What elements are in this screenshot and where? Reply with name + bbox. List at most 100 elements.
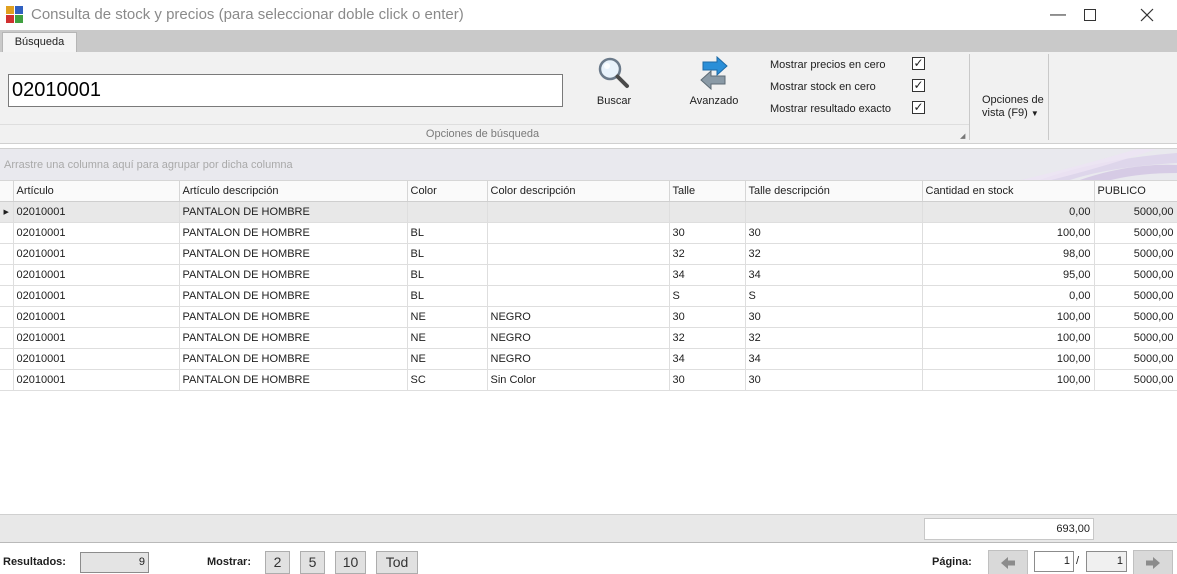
cell-color-descripcion[interactable] xyxy=(487,222,670,244)
cell-cantidad-stock[interactable]: 0,00 xyxy=(922,285,1095,307)
cell-cantidad-stock[interactable]: 100,00 xyxy=(922,306,1095,328)
cell-articulo[interactable]: 02010001 xyxy=(13,327,180,349)
cell-talle-descripcion[interactable]: 30 xyxy=(745,369,923,391)
cell-color-descripcion[interactable]: Sin Color xyxy=(487,369,670,391)
cell-color[interactable]: BL xyxy=(407,264,488,286)
cell-cantidad-stock[interactable]: 100,00 xyxy=(922,222,1095,244)
checkbox-checked-icon[interactable]: ✓ xyxy=(912,101,925,114)
cell-publico[interactable]: 5000,00 xyxy=(1094,264,1177,286)
column-header-publico[interactable]: PUBLICO xyxy=(1094,180,1177,202)
cell-talle-descripcion[interactable]: S xyxy=(745,285,923,307)
opciones-vista-button[interactable]: Opciones de vista (F9) ▼ xyxy=(977,94,1045,120)
cell-talle-descripcion[interactable]: 30 xyxy=(745,222,923,244)
cell-cantidad-stock[interactable]: 100,00 xyxy=(922,348,1095,370)
cell-articulo[interactable]: 02010001 xyxy=(13,285,180,307)
cell-cantidad-stock[interactable]: 0,00 xyxy=(922,201,1095,223)
column-header-color-descripcion[interactable]: Color descripción xyxy=(487,180,670,202)
cell-color-descripcion[interactable] xyxy=(487,264,670,286)
cell-talle[interactable]: 30 xyxy=(669,369,746,391)
cell-talle[interactable]: 32 xyxy=(669,327,746,349)
cell-publico[interactable]: 5000,00 xyxy=(1094,348,1177,370)
column-header-articulo-descripcion[interactable]: Artículo descripción xyxy=(179,180,408,202)
mostrar-todos-button[interactable]: Tod xyxy=(376,551,418,574)
cell-articulo[interactable]: 02010001 xyxy=(13,264,180,286)
cell-publico[interactable]: 5000,00 xyxy=(1094,201,1177,223)
cell-color[interactable]: BL xyxy=(407,243,488,265)
option-precios-cero[interactable]: Mostrar precios en cero ✓ xyxy=(770,57,930,75)
results-grid[interactable]: Artículo Artículo descripción Color Colo… xyxy=(0,180,1177,391)
column-header-talle[interactable]: Talle xyxy=(669,180,746,202)
cell-talle-descripcion[interactable]: 34 xyxy=(745,348,923,370)
search-input[interactable] xyxy=(8,74,563,107)
maximize-icon[interactable] xyxy=(1067,0,1113,30)
avanzado-button[interactable]: Avanzado xyxy=(688,55,740,107)
page-current-input[interactable]: 1 xyxy=(1034,551,1074,572)
cell-cantidad-stock[interactable]: 100,00 xyxy=(922,327,1095,349)
cell-color[interactable]: NE xyxy=(407,348,488,370)
option-resultado-exacto[interactable]: Mostrar resultado exacto ✓ xyxy=(770,101,930,119)
table-row[interactable]: 02010001 PANTALON DE HOMBRE NE NEGRO 34 … xyxy=(0,348,1177,370)
cell-talle-descripcion[interactable]: 32 xyxy=(745,243,923,265)
checkbox-checked-icon[interactable]: ✓ xyxy=(912,79,925,92)
cell-color-descripcion[interactable]: NEGRO xyxy=(487,327,670,349)
cell-publico[interactable]: 5000,00 xyxy=(1094,222,1177,244)
cell-articulo[interactable]: 02010001 xyxy=(13,348,180,370)
cell-articulo-descripcion[interactable]: PANTALON DE HOMBRE xyxy=(179,201,408,223)
column-header-articulo[interactable]: Artículo xyxy=(13,180,180,202)
cell-talle[interactable]: 32 xyxy=(669,243,746,265)
cell-color[interactable] xyxy=(407,201,488,223)
cell-publico[interactable]: 5000,00 xyxy=(1094,243,1177,265)
column-header-talle-descripcion[interactable]: Talle descripción xyxy=(745,180,923,202)
table-row[interactable]: ▶ 02010001 PANTALON DE HOMBRE 0,00 5000,… xyxy=(0,201,1177,223)
table-row[interactable]: 02010001 PANTALON DE HOMBRE BL 30 30 100… xyxy=(0,222,1177,244)
table-row[interactable]: 02010001 PANTALON DE HOMBRE BL 32 32 98,… xyxy=(0,243,1177,265)
cell-articulo[interactable]: 02010001 xyxy=(13,201,180,223)
cell-color-descripcion[interactable]: NEGRO xyxy=(487,348,670,370)
checkbox-checked-icon[interactable]: ✓ xyxy=(912,57,925,70)
close-icon[interactable] xyxy=(1124,0,1170,30)
option-stock-cero[interactable]: Mostrar stock en cero ✓ xyxy=(770,79,930,97)
cell-color-descripcion[interactable]: NEGRO xyxy=(487,306,670,328)
cell-publico[interactable]: 5000,00 xyxy=(1094,306,1177,328)
cell-cantidad-stock[interactable]: 100,00 xyxy=(922,369,1095,391)
cell-articulo-descripcion[interactable]: PANTALON DE HOMBRE xyxy=(179,306,408,328)
cell-color[interactable]: BL xyxy=(407,285,488,307)
cell-articulo-descripcion[interactable]: PANTALON DE HOMBRE xyxy=(179,243,408,265)
cell-articulo[interactable]: 02010001 xyxy=(13,369,180,391)
cell-articulo-descripcion[interactable]: PANTALON DE HOMBRE xyxy=(179,369,408,391)
cell-color[interactable]: SC xyxy=(407,369,488,391)
buscar-button[interactable]: Buscar xyxy=(592,56,636,107)
cell-articulo[interactable]: 02010001 xyxy=(13,222,180,244)
cell-talle[interactable] xyxy=(669,201,746,223)
cell-cantidad-stock[interactable]: 95,00 xyxy=(922,264,1095,286)
cell-articulo[interactable]: 02010001 xyxy=(13,306,180,328)
cell-talle-descripcion[interactable] xyxy=(745,201,923,223)
cell-articulo-descripcion[interactable]: PANTALON DE HOMBRE xyxy=(179,285,408,307)
cell-color-descripcion[interactable] xyxy=(487,201,670,223)
cell-color-descripcion[interactable] xyxy=(487,285,670,307)
cell-articulo[interactable]: 02010001 xyxy=(13,243,180,265)
cell-color[interactable]: NE xyxy=(407,327,488,349)
column-header-cantidad-stock[interactable]: Cantidad en stock xyxy=(922,180,1095,202)
cell-articulo-descripcion[interactable]: PANTALON DE HOMBRE xyxy=(179,348,408,370)
cell-talle-descripcion[interactable]: 34 xyxy=(745,264,923,286)
cell-talle[interactable]: S xyxy=(669,285,746,307)
mostrar-10-button[interactable]: 10 xyxy=(335,551,366,574)
table-row[interactable]: 02010001 PANTALON DE HOMBRE NE NEGRO 30 … xyxy=(0,306,1177,328)
next-page-button[interactable] xyxy=(1133,550,1173,574)
table-row[interactable]: 02010001 PANTALON DE HOMBRE NE NEGRO 32 … xyxy=(0,327,1177,349)
cell-talle[interactable]: 30 xyxy=(669,222,746,244)
cell-talle-descripcion[interactable]: 30 xyxy=(745,306,923,328)
table-row[interactable]: 02010001 PANTALON DE HOMBRE SC Sin Color… xyxy=(0,369,1177,391)
cell-publico[interactable]: 5000,00 xyxy=(1094,285,1177,307)
cell-talle[interactable]: 34 xyxy=(669,264,746,286)
table-row[interactable]: 02010001 PANTALON DE HOMBRE BL 34 34 95,… xyxy=(0,264,1177,286)
cell-color[interactable]: BL xyxy=(407,222,488,244)
cell-publico[interactable]: 5000,00 xyxy=(1094,369,1177,391)
cell-talle-descripcion[interactable]: 32 xyxy=(745,327,923,349)
cell-articulo-descripcion[interactable]: PANTALON DE HOMBRE xyxy=(179,222,408,244)
previous-page-button[interactable] xyxy=(988,550,1028,574)
mostrar-2-button[interactable]: 2 xyxy=(265,551,290,574)
cell-talle[interactable]: 30 xyxy=(669,306,746,328)
column-header-color[interactable]: Color xyxy=(407,180,488,202)
